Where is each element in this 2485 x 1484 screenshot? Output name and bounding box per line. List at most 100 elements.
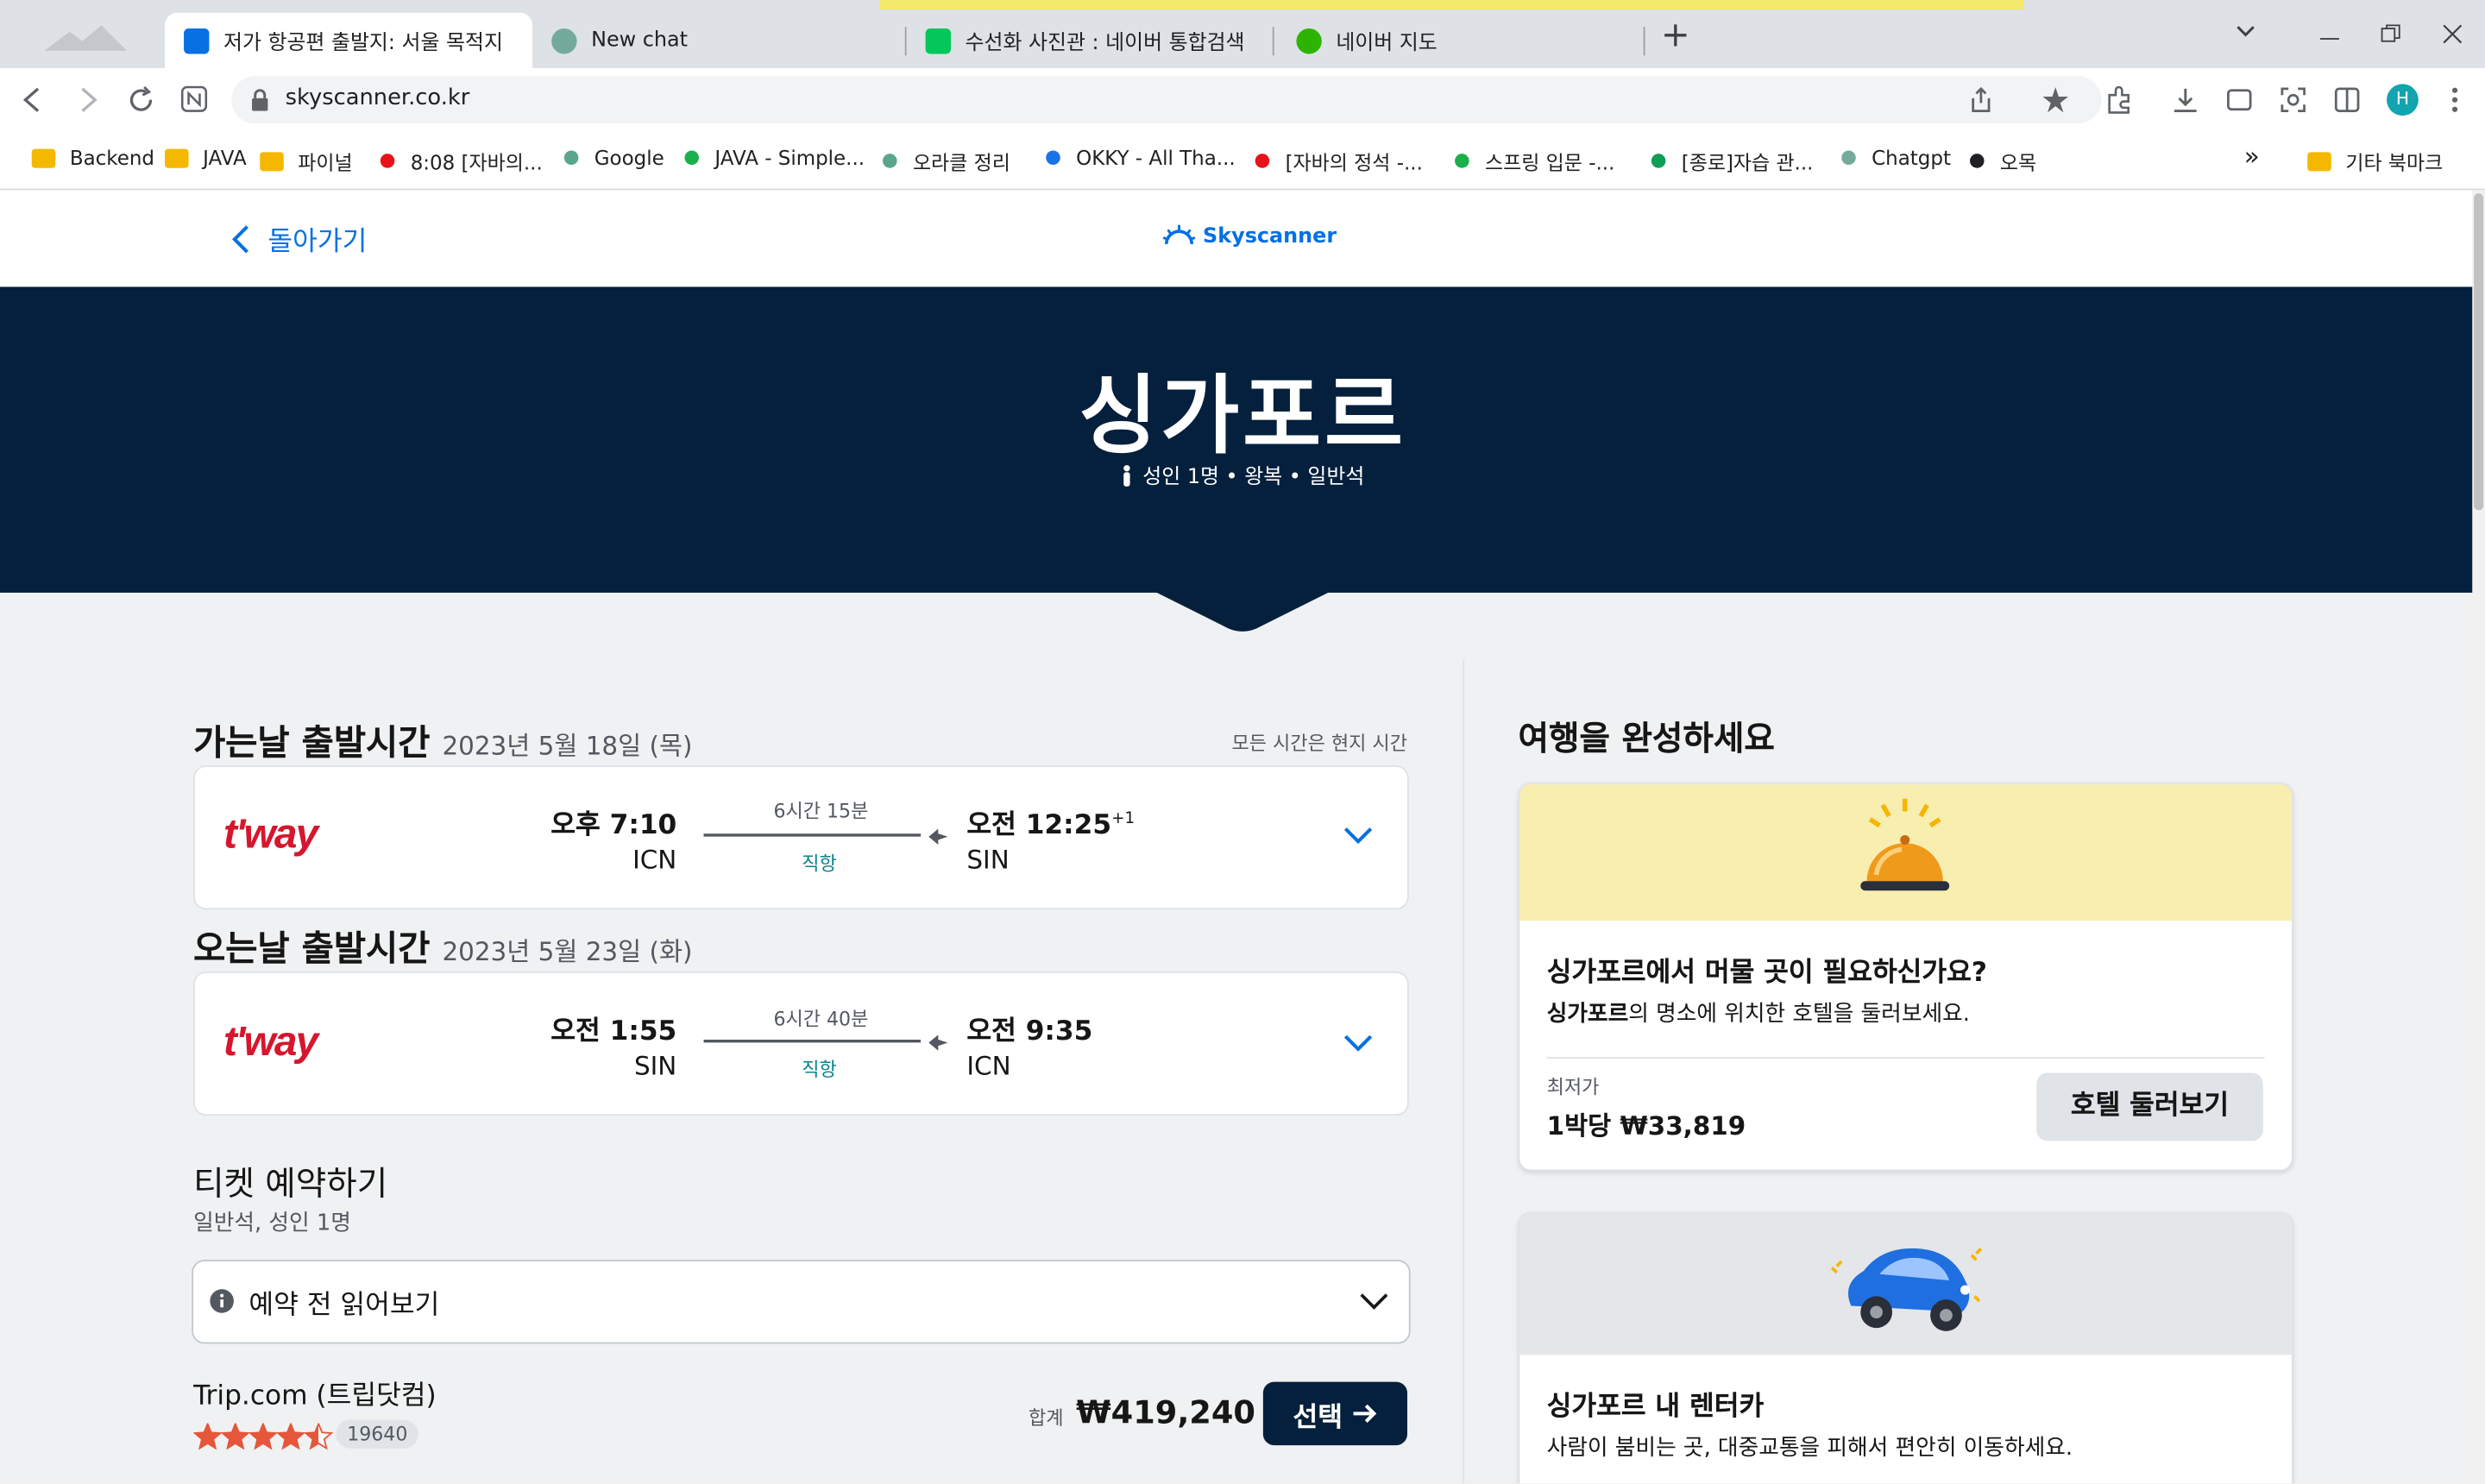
- depart-time: 오후 7:10: [550, 809, 677, 842]
- menu-kebab-icon[interactable]: [2450, 85, 2460, 114]
- rental-car-icon: [1820, 1223, 1991, 1337]
- arrive-time: 오전 12:25+1: [966, 802, 1136, 842]
- download-icon[interactable]: [2171, 85, 2199, 114]
- hero-notch: [1154, 591, 1331, 635]
- forward-icon[interactable]: [72, 85, 101, 114]
- bookmark-label: Backend: [69, 145, 154, 170]
- outbound-heading: 가는날 출발시간 2023년 5월 18일 (목): [193, 714, 692, 765]
- inbound-heading-text: 오는날 출발시간: [193, 930, 431, 971]
- bookmark-label: Chatgpt: [1872, 145, 1951, 170]
- rating-stars: [193, 1423, 336, 1451]
- skyscanner-logo[interactable]: Skyscanner: [1161, 223, 1337, 248]
- reload-icon[interactable]: [127, 85, 155, 114]
- arrive-code: ICN: [966, 1050, 1011, 1081]
- new-tab-button[interactable]: +: [1661, 16, 1690, 55]
- bookmark-star-icon[interactable]: [2041, 85, 2070, 114]
- tab-naver-search[interactable]: 수선화 사진관 : 네이버 통합검색: [907, 13, 1274, 68]
- bookmark-item[interactable]: Chatgpt: [1841, 146, 1951, 170]
- bookmark-item[interactable]: 오라클 정리: [883, 146, 1010, 176]
- lock-icon: [250, 89, 269, 111]
- back-icon[interactable]: [19, 85, 47, 114]
- cast-icon[interactable]: [2225, 85, 2254, 114]
- address-bar[interactable]: [231, 76, 2102, 124]
- bookmark-item[interactable]: 파이널: [260, 146, 353, 176]
- bookmark-item[interactable]: Backend: [31, 145, 154, 170]
- share-icon[interactable]: [1968, 85, 1993, 114]
- folder-icon: [31, 148, 56, 167]
- tway-logo: t'way: [223, 1017, 318, 1066]
- review-count: 19640: [336, 1419, 419, 1449]
- skyscanner-favicon-icon: [184, 28, 210, 53]
- extensions-icon[interactable]: [2104, 85, 2133, 114]
- profile-avatar[interactable]: H: [2387, 84, 2419, 116]
- folder-icon: [2307, 151, 2331, 171]
- bookmark-item[interactable]: JAVA: [165, 146, 247, 170]
- star-icon: [220, 1423, 250, 1450]
- read-before-label: 예약 전 읽어보기: [248, 1290, 440, 1322]
- stops-label: 직항: [802, 852, 837, 875]
- booking-heading: 티켓 예약하기: [193, 1164, 388, 1204]
- tway-logo: t'way: [223, 809, 318, 858]
- url-text: skyscanner.co.kr: [285, 85, 470, 111]
- chevron-left-icon: [231, 224, 248, 253]
- tab-search-icon[interactable]: [2235, 19, 2257, 41]
- bookmark-item[interactable]: JAVA - Simple...: [684, 146, 865, 170]
- tab-label: 네이버 지도: [1336, 31, 1438, 56]
- bookmarks-bar: [0, 131, 2485, 191]
- hotel-title: 싱가포르에서 머물 곳이 필요하신가요?: [1546, 957, 1987, 990]
- naver-map-favicon-icon: [1296, 28, 1322, 53]
- bookmark-label: 기타 북마크: [2345, 150, 2444, 175]
- inbound-date: 2023년 5월 23일 (화): [442, 936, 693, 967]
- side-panel-icon[interactable]: [2333, 85, 2362, 114]
- tab-new-chat[interactable]: New chat: [532, 13, 907, 68]
- tab-skyscanner[interactable]: 저가 항공편 출발지: 서울 목적지: [165, 12, 533, 68]
- bookmark-item[interactable]: Google: [563, 146, 664, 170]
- site-dot-icon: [1046, 150, 1060, 166]
- close-window-icon[interactable]: [2442, 24, 2463, 45]
- expand-chevron-icon[interactable]: [1343, 824, 1375, 846]
- total-price: ₩419,240: [1076, 1393, 1255, 1431]
- duration: 6시간 40분: [773, 1008, 869, 1030]
- folder-icon: [165, 148, 189, 167]
- bookmark-label: JAVA - Simple...: [714, 145, 865, 170]
- screenshot-icon[interactable]: [2279, 85, 2307, 114]
- chevron-down-icon: [1358, 1290, 1390, 1312]
- browse-hotels-button[interactable]: 호텔 둘러보기: [2036, 1072, 2263, 1141]
- sidebar-heading: 여행을 완성하세요: [1518, 719, 1775, 758]
- select-button[interactable]: 선택: [1262, 1381, 1407, 1446]
- bookmark-item[interactable]: OKKY - All Tha...: [1046, 145, 1236, 170]
- other-bookmarks[interactable]: 기타 북마크: [2307, 146, 2443, 176]
- bookmark-label: OKKY - All Tha...: [1076, 145, 1236, 170]
- bookmark-item[interactable]: [자바의 정석 -...: [1255, 146, 1423, 176]
- duration: 6시간 15분: [773, 800, 869, 823]
- hotel-price: 1박당 ₩33,819: [1546, 1110, 1746, 1141]
- bookmark-item[interactable]: 스프링 입문 -...: [1455, 146, 1614, 176]
- tab-naver-map[interactable]: 네이버 지도: [1277, 13, 1645, 68]
- star-icon: [248, 1423, 279, 1450]
- expand-chevron-icon[interactable]: [1343, 1032, 1375, 1054]
- restore-icon[interactable]: [2381, 24, 2401, 45]
- arrive-time-text: 오전 12:25: [966, 809, 1112, 842]
- logo-text: Skyscanner: [1203, 223, 1337, 248]
- flight-line: [703, 827, 951, 846]
- hotel-desc-text: 의 명소에 위치한 호텔을 둘러보세요.: [1628, 1001, 1970, 1028]
- bookmark-item[interactable]: 오목: [1970, 146, 2036, 176]
- depart-time: 오전 1:55: [550, 1016, 677, 1048]
- site-dot-icon: [883, 154, 897, 168]
- day-offset: +1: [1111, 810, 1136, 828]
- back-link[interactable]: 돌아가기: [230, 218, 367, 258]
- timezone-note: 모든 시간은 현지 시간: [1231, 732, 1407, 755]
- person-icon: [1123, 465, 1130, 487]
- car-title: 싱가포르 내 렌터카: [1546, 1391, 1765, 1424]
- bookmark-item[interactable]: [종로]자습 관...: [1651, 146, 1813, 176]
- naver-extension-icon[interactable]: [180, 85, 208, 112]
- yellow-bar: [879, 0, 2024, 10]
- more-bookmarks-button[interactable]: »: [2244, 141, 2260, 171]
- destination-title: 싱가포르: [1079, 366, 1406, 466]
- tab-label: New chat: [591, 28, 689, 53]
- minimize-icon[interactable]: [2319, 38, 2339, 40]
- site-dot-icon: [563, 150, 579, 166]
- trip-summary-text: 성인 1명 • 왕복 • 일반석: [1142, 465, 1365, 490]
- sunrise-logo-icon: [1162, 224, 1196, 245]
- bookmark-item[interactable]: 8:08 [자바의...: [380, 146, 543, 176]
